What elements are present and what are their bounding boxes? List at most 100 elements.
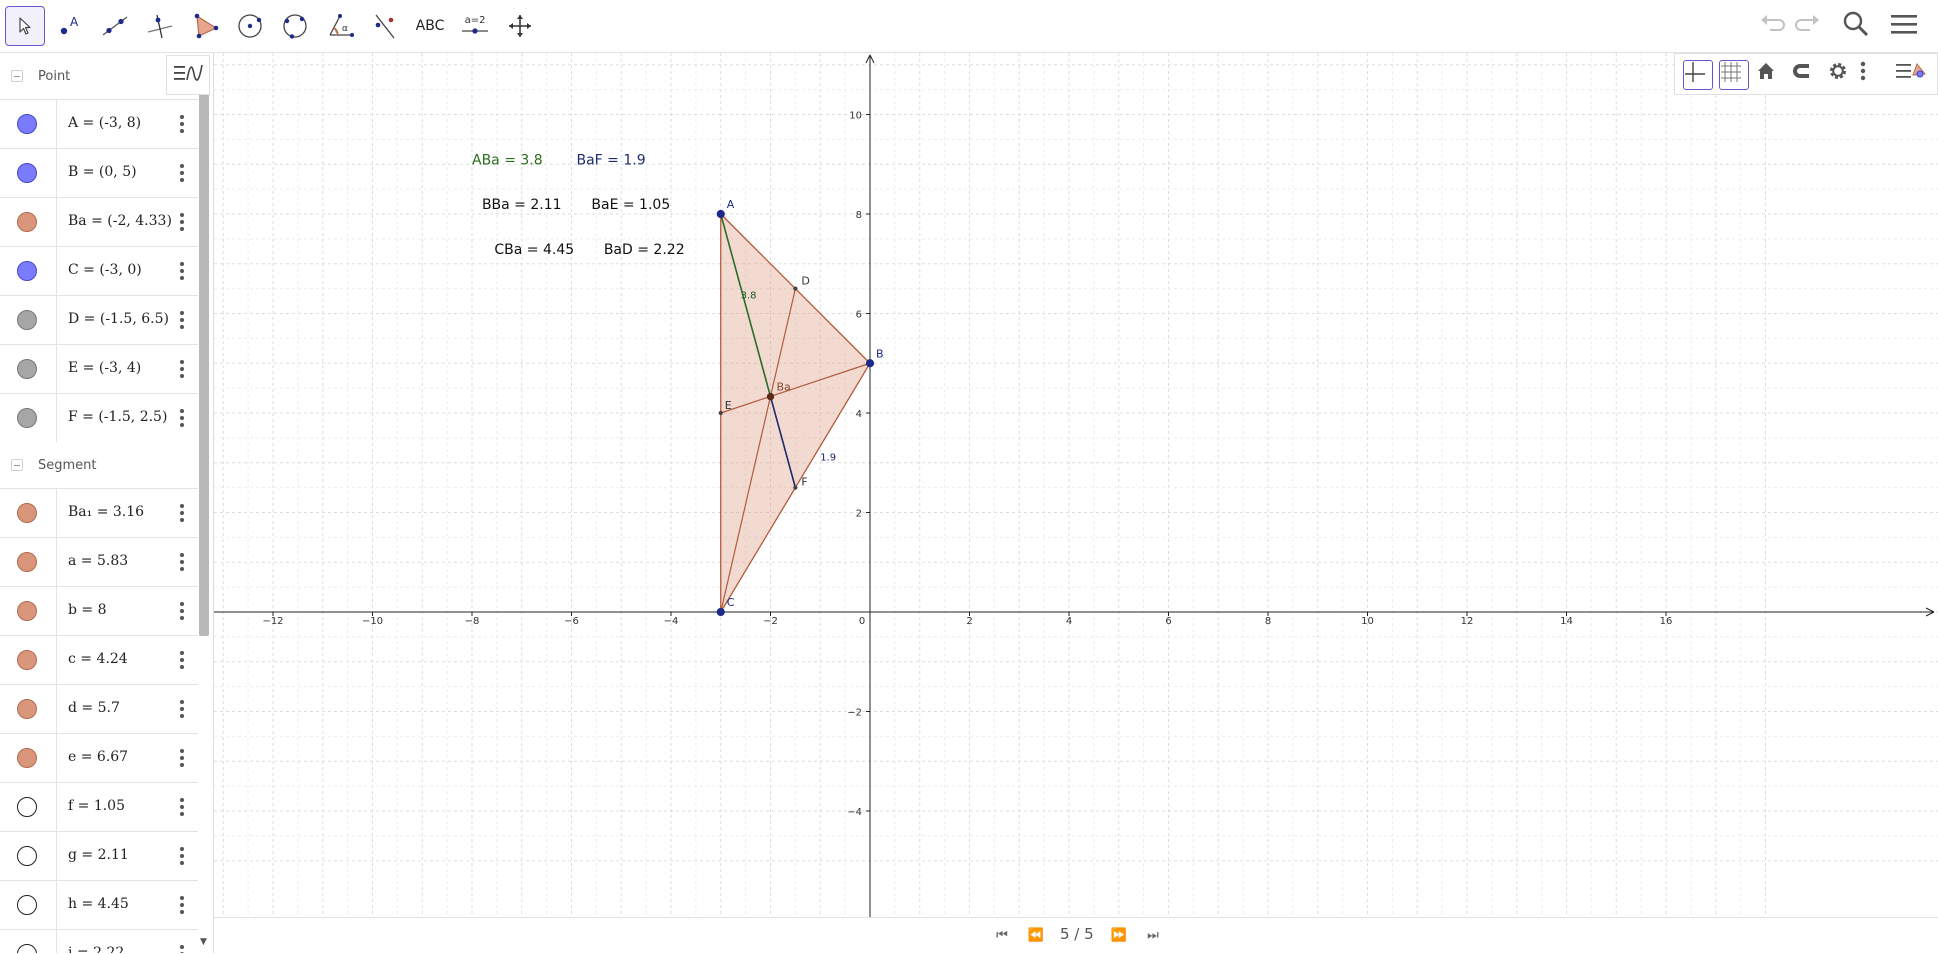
visibility-toggle-icon[interactable] xyxy=(17,114,37,134)
main-menu-button[interactable] xyxy=(1886,8,1922,44)
algebra-item[interactable]: a = 5.83 xyxy=(0,537,198,586)
point-E[interactable] xyxy=(718,410,723,416)
algebra-expression[interactable]: f = 1.05 xyxy=(68,798,125,814)
graphics-view[interactable]: −16−14−12−10−8−6−4−20246810121416−4−2246… xyxy=(214,53,1938,917)
graphics-text[interactable]: CBa = 4.45 xyxy=(494,242,574,258)
last-step-button[interactable]: ⏭ xyxy=(1139,924,1167,946)
item-menu-icon[interactable] xyxy=(174,844,190,868)
line-tool[interactable] xyxy=(95,6,135,46)
collapse-icon[interactable] xyxy=(11,459,23,471)
circle-tool[interactable] xyxy=(230,6,270,46)
item-menu-icon[interactable] xyxy=(174,501,190,525)
algebra-item[interactable]: c = 4.24 xyxy=(0,635,198,684)
algebra-expression[interactable]: e = 6.67 xyxy=(68,749,128,765)
visibility-toggle-icon[interactable] xyxy=(17,163,37,183)
algebra-style-bar-toggle[interactable] xyxy=(166,55,210,95)
algebra-expression[interactable]: b = 8 xyxy=(68,602,107,618)
algebra-expression[interactable]: g = 2.11 xyxy=(68,847,129,863)
algebra-item[interactable]: d = 5.7 xyxy=(0,684,198,733)
algebra-item[interactable]: g = 2.11 xyxy=(0,831,198,880)
graphics-text[interactable]: BaE = 1.05 xyxy=(591,197,670,213)
toggle-grid-button[interactable] xyxy=(1719,60,1749,90)
angle-tool[interactable]: α xyxy=(320,6,360,46)
next-step-button[interactable]: ⏩ xyxy=(1105,924,1133,946)
text-tool[interactable]: ABC xyxy=(410,6,450,46)
graphics-text[interactable]: ABa = 3.8 xyxy=(472,152,543,168)
item-menu-icon[interactable] xyxy=(174,550,190,574)
redo-button[interactable] xyxy=(1790,8,1826,44)
algebra-expression[interactable]: F = (-1.5, 2.5) xyxy=(68,409,167,425)
toggle-axes-button[interactable] xyxy=(1683,60,1713,90)
visibility-toggle-icon[interactable] xyxy=(17,797,37,817)
algebra-expression[interactable]: A = (-3, 8) xyxy=(68,115,141,131)
point-Ba[interactable] xyxy=(766,392,775,401)
visibility-toggle-icon[interactable] xyxy=(17,212,37,232)
item-menu-icon[interactable] xyxy=(174,161,190,185)
visibility-toggle-icon[interactable] xyxy=(17,846,37,866)
visibility-toggle-icon[interactable] xyxy=(17,552,37,572)
algebra-expression[interactable]: D = (-1.5, 6.5) xyxy=(68,311,169,327)
visibility-toggle-icon[interactable] xyxy=(17,650,37,670)
graphics-text[interactable]: BaF = 1.9 xyxy=(576,152,645,168)
algebra-scrollbar[interactable] xyxy=(199,93,209,636)
item-menu-icon[interactable] xyxy=(174,795,190,819)
item-menu-icon[interactable] xyxy=(174,746,190,770)
scroll-down-icon[interactable]: ▼ xyxy=(200,937,207,947)
algebra-expression[interactable]: i = 2.22 xyxy=(68,945,124,953)
previous-step-button[interactable]: ⏪ xyxy=(1022,924,1050,946)
algebra-expression[interactable]: c = 4.24 xyxy=(68,651,128,667)
move-graphics-tool[interactable] xyxy=(500,6,540,46)
algebra-item[interactable]: C = (-3, 0) xyxy=(0,246,198,295)
algebra-expression[interactable]: Ba = (-2, 4.33) xyxy=(68,213,172,229)
slider-tool[interactable]: a=2 xyxy=(455,6,495,46)
algebra-expression[interactable]: d = 5.7 xyxy=(68,700,120,716)
graphics-canvas[interactable]: −16−14−12−10−8−6−4−20246810121416−4−2246… xyxy=(214,53,1938,917)
point-A[interactable] xyxy=(716,209,725,219)
algebra-expression[interactable]: C = (-3, 0) xyxy=(68,262,142,278)
graphics-style-toggle[interactable] xyxy=(1895,60,1926,90)
visibility-toggle-icon[interactable] xyxy=(17,748,37,768)
circle-three-points-tool[interactable] xyxy=(275,6,315,46)
group-header-segment[interactable]: Segment xyxy=(0,442,198,488)
algebra-item[interactable]: f = 1.05 xyxy=(0,782,198,831)
algebra-expression[interactable]: Ba₁ = 3.16 xyxy=(68,504,144,520)
visibility-toggle-icon[interactable] xyxy=(17,601,37,621)
visibility-toggle-icon[interactable] xyxy=(17,310,37,330)
item-menu-icon[interactable] xyxy=(174,112,190,136)
item-menu-icon[interactable] xyxy=(174,406,190,430)
algebra-item[interactable]: i = 2.22 xyxy=(0,929,198,953)
item-menu-icon[interactable] xyxy=(174,308,190,332)
move-tool[interactable] xyxy=(5,6,45,46)
algebra-item[interactable]: D = (-1.5, 6.5) xyxy=(0,295,198,344)
algebra-item[interactable]: E = (-3, 4) xyxy=(0,344,198,393)
graphics-text[interactable]: BaD = 2.22 xyxy=(604,242,685,258)
algebra-item[interactable]: b = 8 xyxy=(0,586,198,635)
algebra-expression[interactable]: h = 4.45 xyxy=(68,896,129,912)
algebra-expression[interactable]: B = (0, 5) xyxy=(68,164,137,180)
item-menu-icon[interactable] xyxy=(174,648,190,672)
item-menu-icon[interactable] xyxy=(174,259,190,283)
perpendicular-line-tool[interactable] xyxy=(140,6,180,46)
more-options-button[interactable] xyxy=(1859,60,1889,90)
algebra-expression[interactable]: E = (-3, 4) xyxy=(68,360,141,376)
algebra-item[interactable]: F = (-1.5, 2.5) xyxy=(0,393,198,442)
visibility-toggle-icon[interactable] xyxy=(17,408,37,428)
standard-view-button[interactable] xyxy=(1755,60,1785,90)
algebra-item[interactable]: A = (-3, 8) xyxy=(0,99,198,148)
item-menu-icon[interactable] xyxy=(174,599,190,623)
polygon-tool[interactable] xyxy=(185,6,225,46)
graphics-settings-button[interactable] xyxy=(1827,60,1857,90)
visibility-toggle-icon[interactable] xyxy=(17,944,37,953)
undo-button[interactable] xyxy=(1754,8,1790,44)
visibility-toggle-icon[interactable] xyxy=(17,503,37,523)
visibility-toggle-icon[interactable] xyxy=(17,359,37,379)
point-F[interactable] xyxy=(793,485,798,490)
item-menu-icon[interactable] xyxy=(174,357,190,381)
point-C[interactable] xyxy=(716,607,725,617)
point-tool[interactable]: A xyxy=(50,6,90,46)
item-menu-icon[interactable] xyxy=(174,697,190,721)
algebra-expression[interactable]: a = 5.83 xyxy=(68,553,128,569)
collapse-icon[interactable] xyxy=(11,70,23,82)
item-menu-icon[interactable] xyxy=(174,210,190,234)
point-capturing-button[interactable] xyxy=(1791,60,1821,90)
